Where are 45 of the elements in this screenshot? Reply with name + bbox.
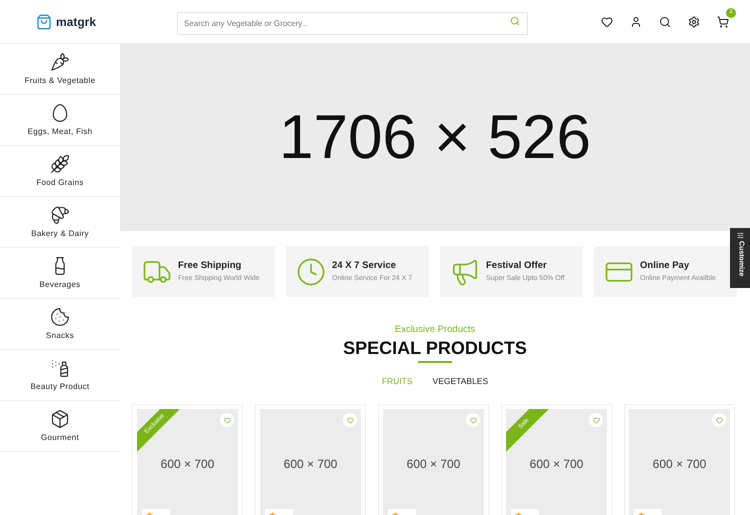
product-card[interactable]: 600 × 700	[255, 404, 366, 515]
banner: 1706 × 526	[120, 44, 750, 231]
feature-title: Festival Offer	[486, 259, 548, 274]
wishlist-button[interactable]	[220, 413, 234, 427]
image-placeholder-text: 600 × 700	[530, 456, 584, 473]
search-field[interactable]: Search any Vegetable or Grocery...	[177, 12, 528, 35]
wishlist-button[interactable]	[466, 413, 480, 427]
feature-title: Free Shipping	[178, 259, 242, 274]
section-subtitle: Exclusive Products	[394, 323, 476, 337]
image-placeholder-text: 600 × 700	[406, 456, 460, 473]
logo[interactable]: matgrk	[56, 12, 96, 30]
egg-icon	[50, 102, 70, 122]
category-item[interactable]: Gourment	[0, 401, 120, 452]
cookie-icon	[50, 306, 70, 326]
image-placeholder-text: 600 × 700	[652, 456, 706, 473]
user-icon[interactable]	[630, 16, 642, 28]
image-placeholder-text: 600 × 700	[284, 456, 338, 473]
sliders-icon	[736, 232, 744, 239]
wishlist-button[interactable]	[712, 413, 726, 427]
product-card[interactable]: 600 × 700	[624, 404, 735, 515]
feature-title: 24 X 7 Service	[332, 259, 397, 274]
heart-icon	[716, 416, 722, 424]
category-item[interactable]: Snacks	[0, 299, 120, 350]
search-icon[interactable]	[659, 16, 671, 28]
heart-icon	[592, 416, 600, 424]
carrot-icon	[50, 52, 70, 72]
settings-icon[interactable]	[688, 16, 700, 28]
heart-icon	[224, 416, 230, 424]
croissant-icon	[50, 204, 70, 224]
heart-icon[interactable]	[601, 16, 613, 28]
wishlist-button[interactable]	[343, 413, 357, 427]
section-title: SPECIAL PRODUCTS	[343, 337, 527, 360]
heart-icon	[346, 416, 354, 424]
category-item[interactable]: Beauty Product	[0, 350, 120, 401]
product-card[interactable]: 600 × 700	[378, 404, 489, 515]
logo-icon	[36, 14, 52, 30]
cart-icon[interactable]	[717, 16, 729, 28]
clock-icon	[296, 256, 326, 286]
category-item[interactable]: Beverages	[0, 248, 120, 299]
feature-title: Online Pay	[640, 259, 690, 274]
image-placeholder-text: 600 × 700	[160, 456, 214, 473]
wishlist-button[interactable]	[589, 413, 603, 427]
category-tab[interactable]: VEGETABLES	[432, 375, 488, 388]
heart-icon	[470, 416, 476, 424]
wheat-icon	[50, 154, 70, 174]
